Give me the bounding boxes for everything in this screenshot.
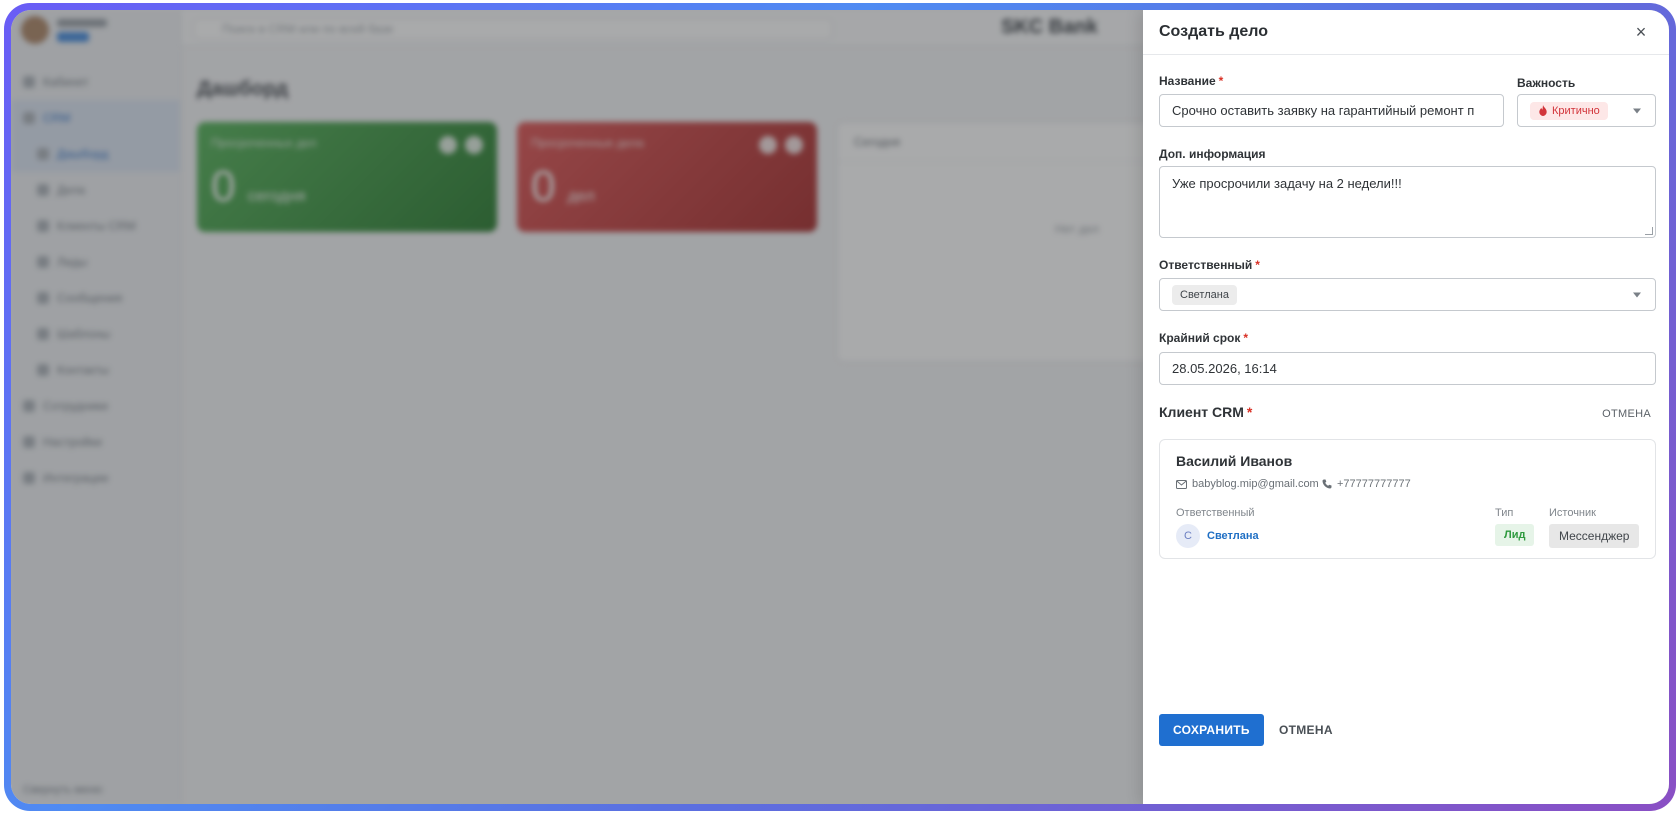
responsible-chip[interactable]: Светлана: [1172, 284, 1237, 305]
priority-label: Важность: [1517, 76, 1576, 90]
resize-handle-icon[interactable]: [1645, 227, 1653, 235]
required-mark: *: [1255, 258, 1260, 272]
drawer-header: Создать дело ×: [1143, 10, 1669, 55]
name-input[interactable]: Срочно оставить заявку на гарантийный ре…: [1159, 94, 1504, 127]
deadline-label: Крайний срок *: [1159, 331, 1249, 345]
client-source-label: Источник: [1549, 507, 1596, 519]
client-phone: +77777777777: [1322, 478, 1411, 490]
fire-icon: [1539, 105, 1547, 116]
required-mark: *: [1246, 404, 1253, 420]
avatar: С: [1176, 524, 1200, 548]
info-label: Доп. информация: [1159, 147, 1266, 161]
client-responsible-link[interactable]: Светлана: [1207, 530, 1259, 542]
responsible-label: Ответственный *: [1159, 258, 1260, 272]
priority-chip: Критично: [1530, 101, 1608, 120]
client-email: babyblog.mip@gmail.com: [1176, 478, 1319, 490]
screen: Кабинет CRM Дашборд Дела Клиенты CRM Лид…: [11, 10, 1669, 804]
client-type-label: Тип: [1495, 507, 1514, 519]
drawer-title: Создать дело: [1159, 23, 1269, 40]
priority-value: Критично: [1552, 104, 1600, 117]
deadline-input[interactable]: 28.05.2026, 16:14: [1159, 352, 1656, 385]
chevron-down-icon[interactable]: [1633, 108, 1641, 113]
client-name: Василий Иванов: [1176, 453, 1293, 469]
info-value: Уже просрочили задачу на 2 недели!!!: [1172, 176, 1402, 191]
required-mark: *: [1218, 74, 1224, 88]
client-section-title: Клиент CRM *: [1159, 404, 1253, 420]
required-mark: *: [1243, 331, 1249, 345]
responsible-select[interactable]: Светлана: [1159, 278, 1656, 311]
mail-icon: [1176, 479, 1187, 489]
save-button[interactable]: СОХРАНИТЬ: [1159, 714, 1264, 746]
phone-icon: [1322, 479, 1332, 489]
priority-select[interactable]: Критично: [1517, 94, 1656, 127]
info-textarea[interactable]: Уже просрочили задачу на 2 недели!!!: [1159, 166, 1656, 238]
close-icon[interactable]: ×: [1631, 22, 1651, 43]
client-type-badge: Лид: [1495, 524, 1535, 546]
name-label: Название *: [1159, 74, 1224, 88]
cancel-button[interactable]: ОТМЕНА: [1269, 714, 1343, 746]
chevron-down-icon[interactable]: [1633, 292, 1641, 297]
client-cancel-link[interactable]: ОТМЕНА: [1602, 408, 1651, 420]
create-task-drawer: Создать дело × Название * Срочно оставить…: [1143, 10, 1669, 804]
client-source-badge: Мессенджер: [1549, 524, 1640, 548]
client-card[interactable]: Василий Иванов babyblog.mip@gmail.com +7…: [1159, 439, 1656, 559]
device-frame: Кабинет CRM Дашборд Дела Клиенты CRM Лид…: [4, 3, 1676, 811]
client-responsible-label: Ответственный: [1176, 507, 1255, 519]
